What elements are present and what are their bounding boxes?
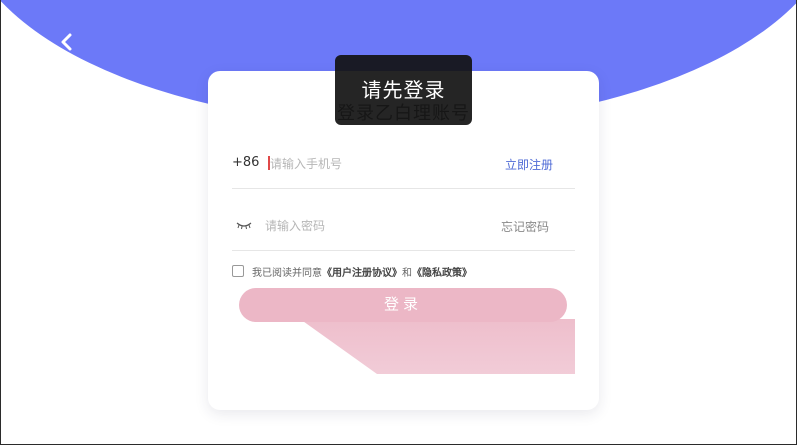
user-agreement-link[interactable]: 《用户注册协议》 bbox=[322, 264, 402, 279]
phone-row: +86 立即注册 bbox=[232, 141, 575, 189]
forgot-password-link[interactable]: 忘记密码 bbox=[501, 218, 549, 235]
agreement-prefix: 我已阅读并同意 bbox=[252, 267, 322, 279]
country-code[interactable]: +86 bbox=[232, 155, 259, 170]
register-link[interactable]: 立即注册 bbox=[505, 156, 553, 173]
agreement-row: 我已阅读并同意 《用户注册协议》 和 《隐私政策》 bbox=[232, 263, 472, 279]
toast-message: 请先登录 bbox=[335, 55, 472, 125]
phone-input[interactable] bbox=[270, 153, 490, 175]
agreement-and: 和 bbox=[402, 267, 412, 279]
chevron-left-icon bbox=[61, 33, 72, 51]
back-button[interactable] bbox=[53, 28, 81, 56]
login-button-transition bbox=[300, 319, 575, 374]
eye-closed-icon[interactable] bbox=[236, 220, 252, 230]
agreement-checkbox[interactable] bbox=[232, 265, 244, 277]
password-row: 忘记密码 bbox=[232, 203, 575, 251]
app-frame: 登录乙白理账号 +86 立即注册 忘记密码 我已阅读并同意 bbox=[0, 0, 797, 445]
login-button[interactable]: 登录 bbox=[239, 288, 567, 322]
password-input[interactable] bbox=[265, 215, 485, 237]
privacy-policy-link[interactable]: 《隐私政策》 bbox=[412, 264, 472, 279]
